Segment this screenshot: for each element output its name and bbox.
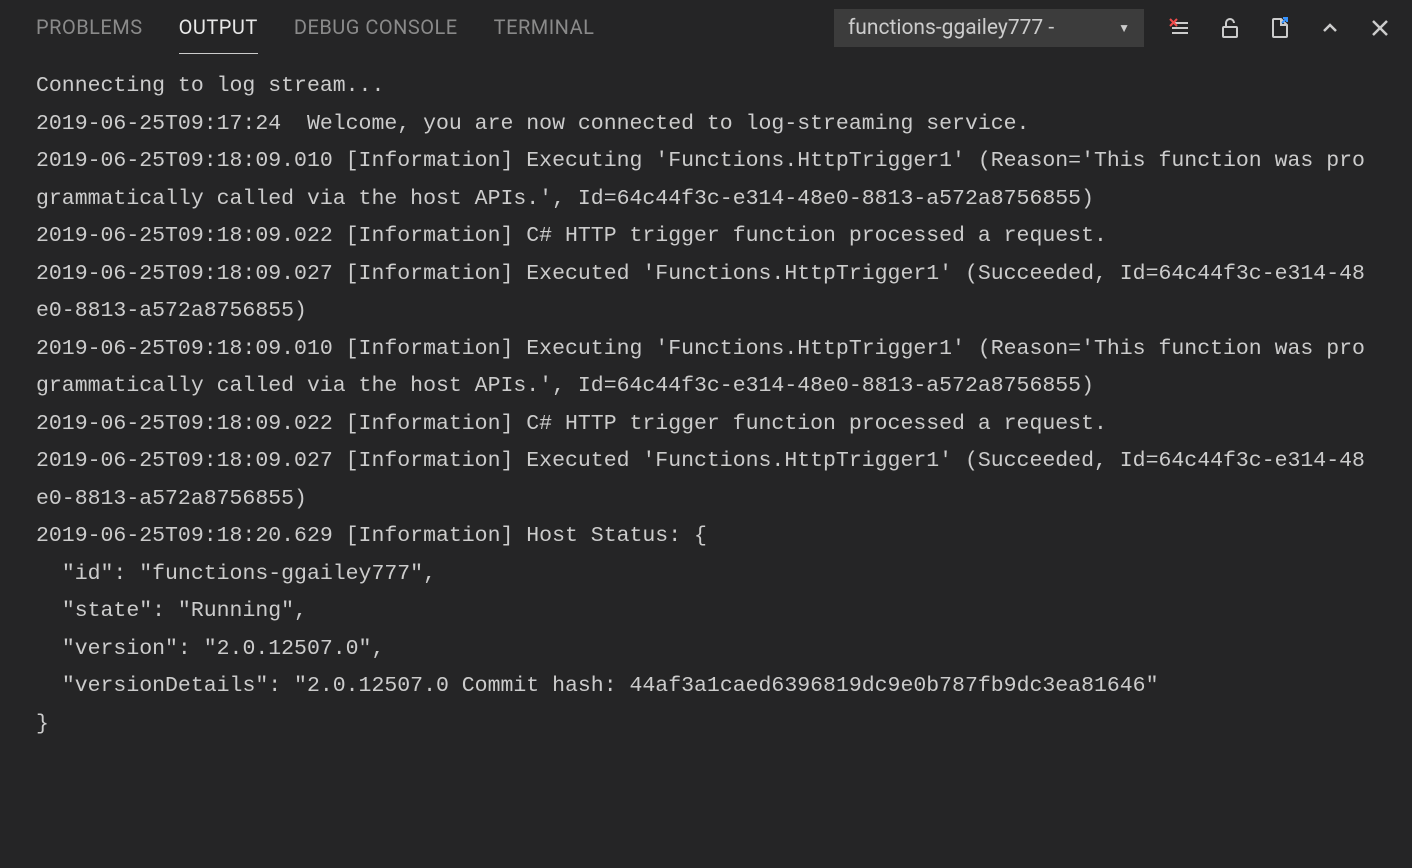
tab-problems[interactable]: PROBLEMS [36, 3, 143, 54]
panel-header: PROBLEMS OUTPUT DEBUG CONSOLE TERMINAL f… [0, 0, 1412, 56]
lock-scroll-icon[interactable] [1216, 14, 1244, 42]
tab-debug-console[interactable]: DEBUG CONSOLE [294, 3, 458, 54]
chevron-down-icon: ▼ [1118, 21, 1130, 35]
header-actions: functions-ggailey777 - ▼ [834, 9, 1394, 47]
dropdown-selected-label: functions-ggailey777 - [848, 16, 1054, 40]
collapse-panel-icon[interactable] [1316, 14, 1344, 42]
output-log-area[interactable]: Connecting to log stream... 2019-06-25T0… [0, 56, 1412, 755]
open-log-file-icon[interactable] [1266, 14, 1294, 42]
panel-tabs: PROBLEMS OUTPUT DEBUG CONSOLE TERMINAL [36, 3, 594, 54]
close-panel-icon[interactable] [1366, 14, 1394, 42]
clear-output-icon[interactable] [1166, 14, 1194, 42]
tab-output[interactable]: OUTPUT [179, 3, 258, 54]
output-channel-dropdown[interactable]: functions-ggailey777 - ▼ [834, 9, 1144, 47]
tab-terminal[interactable]: TERMINAL [494, 3, 595, 54]
